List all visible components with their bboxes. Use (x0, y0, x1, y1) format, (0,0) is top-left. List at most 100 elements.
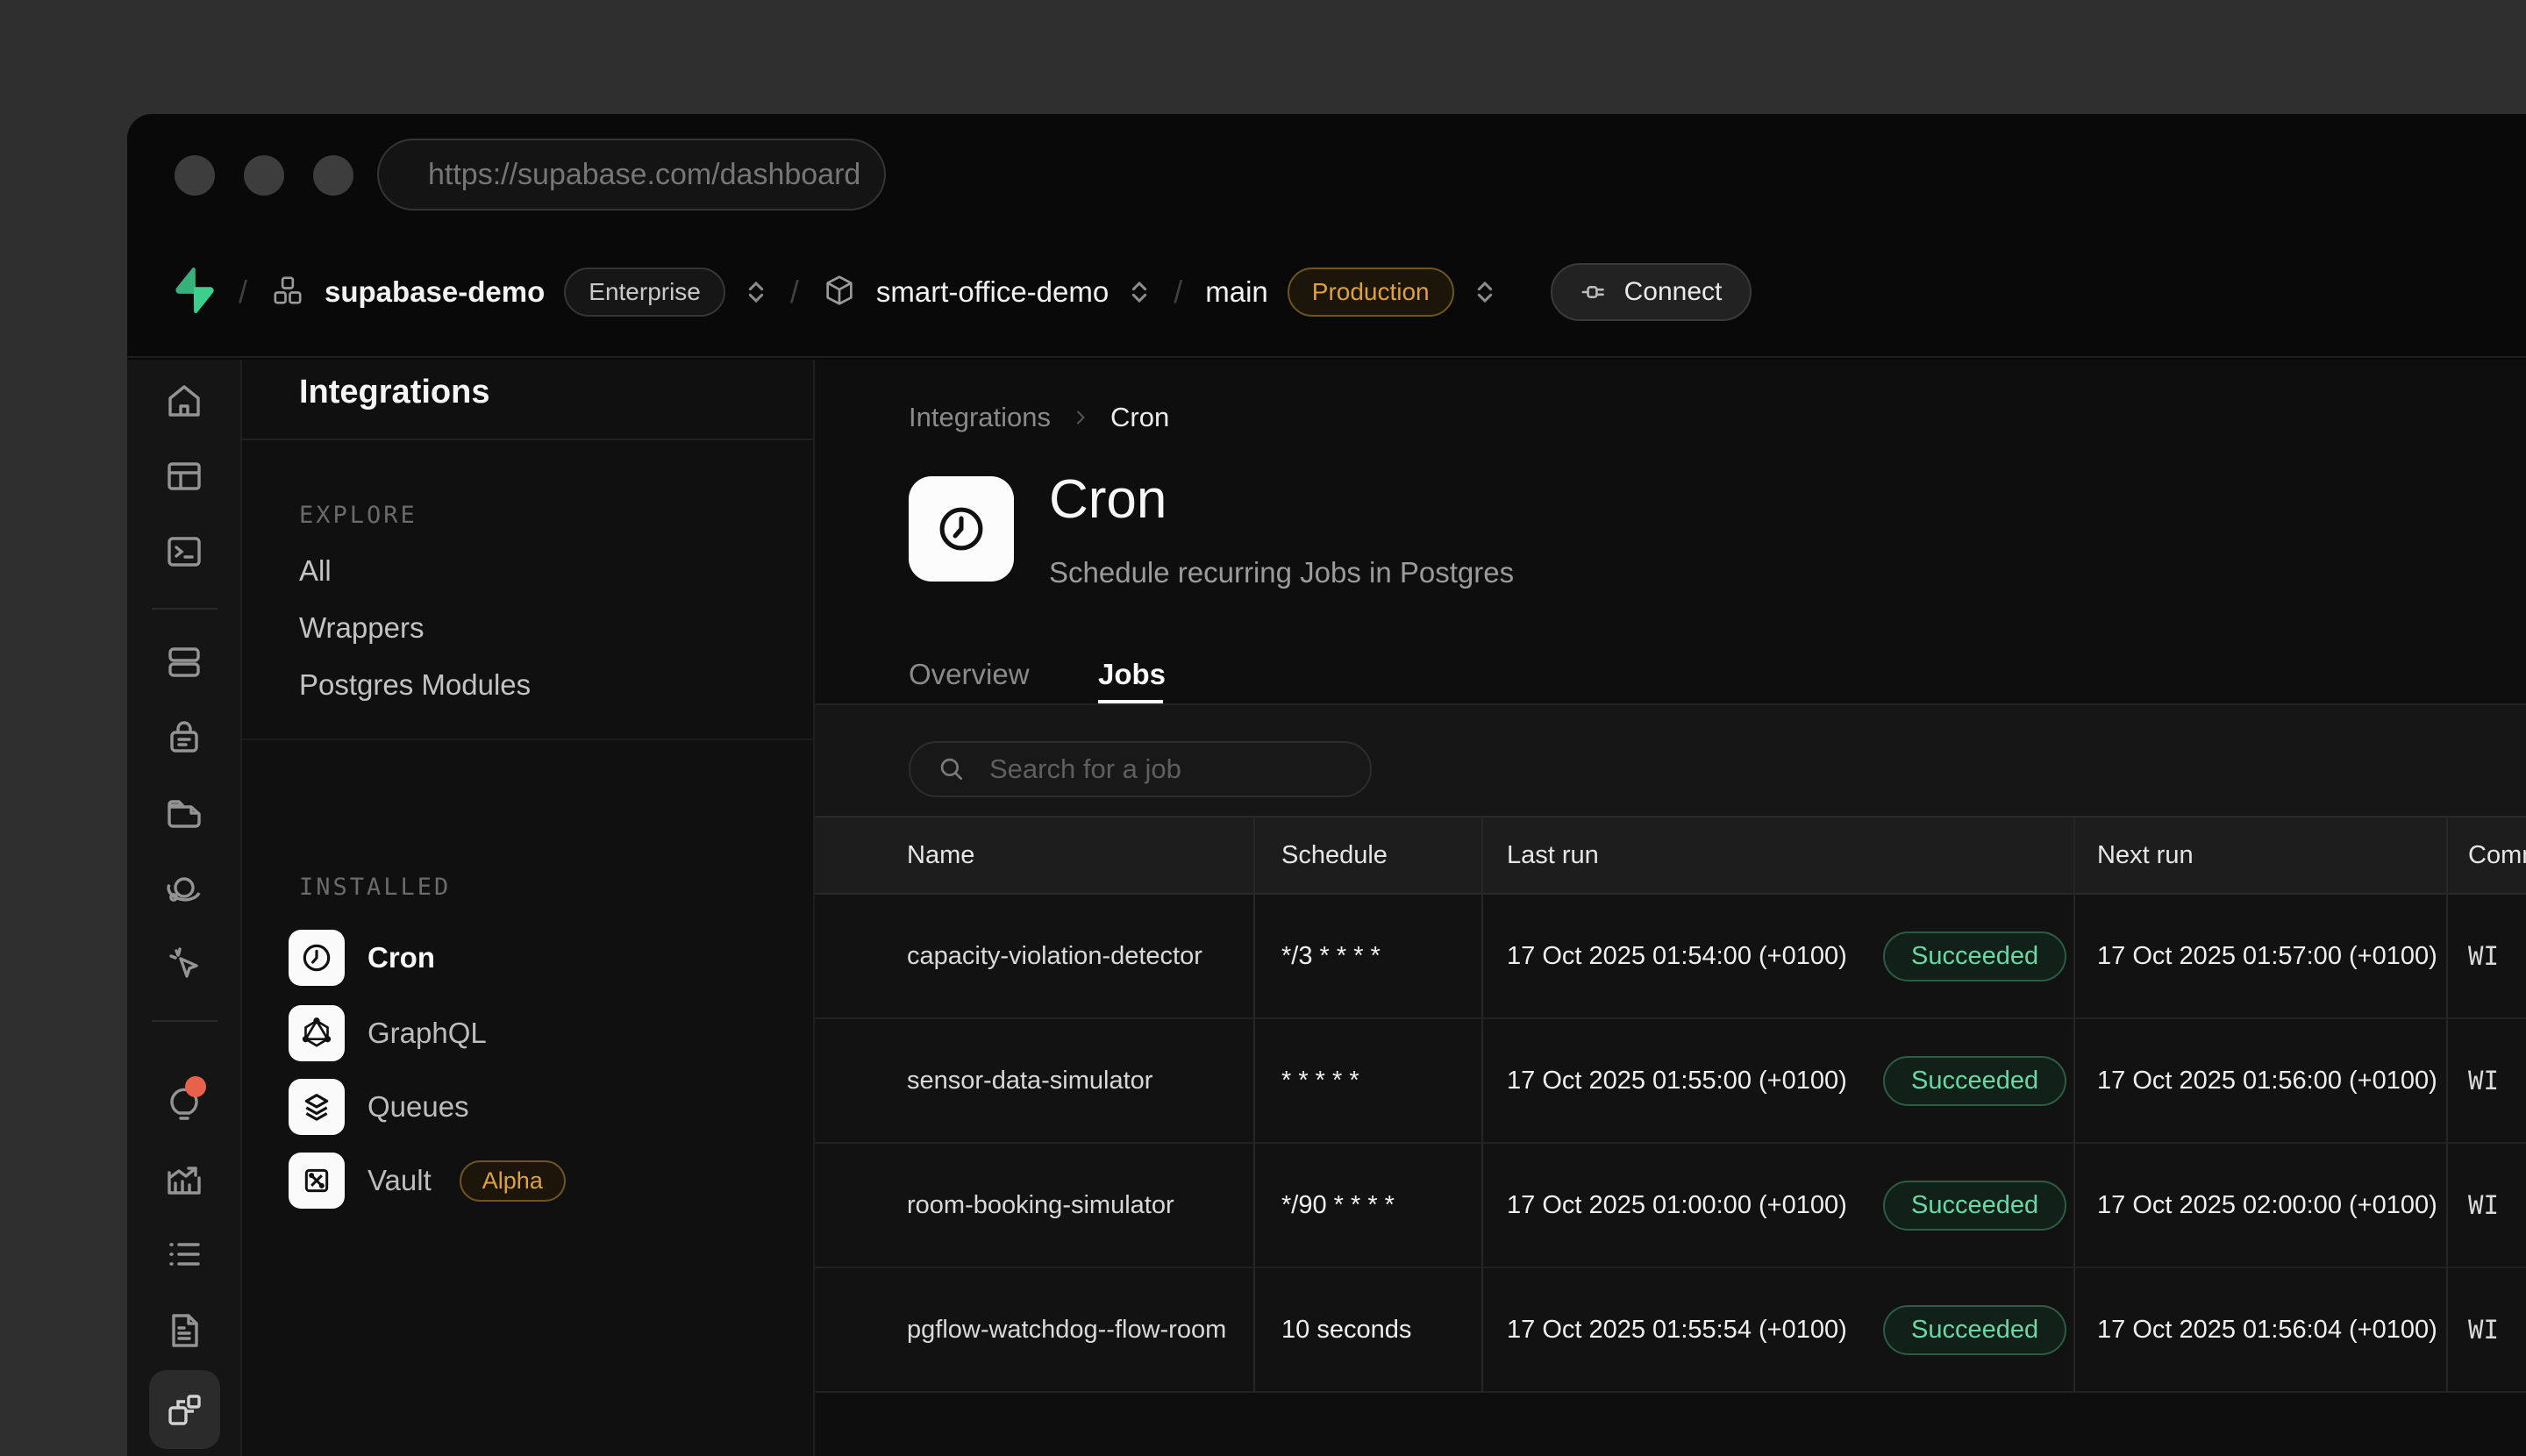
api-docs-icon[interactable] (163, 1310, 205, 1352)
address-bar[interactable]: https://supabase.com/dashboard (377, 139, 886, 211)
breadcrumb-separator: / (787, 274, 803, 310)
column-header-command[interactable]: Command (2468, 817, 2526, 893)
column-divider (1253, 816, 1255, 1393)
panel-title: Integrations (299, 374, 489, 411)
table-editor-icon[interactable] (163, 455, 205, 497)
logs-icon[interactable] (163, 1233, 205, 1275)
integrations-panel: Integrations EXPLORE All Wrappers Postgr… (242, 360, 815, 1456)
home-icon[interactable] (163, 380, 205, 422)
installed-item-vault[interactable]: Vault Alpha (289, 1153, 566, 1209)
connect-label: Connect (1624, 277, 1723, 307)
rail-divider (152, 608, 218, 610)
installed-item-graphql[interactable]: GraphQL (289, 1005, 487, 1061)
branch-switcher-icon[interactable] (1474, 279, 1496, 305)
window-control-dot[interactable] (244, 155, 284, 196)
authentication-icon[interactable] (163, 717, 205, 759)
job-last-run: 17 Oct 2025 01:54:00 (+0100) (1507, 895, 1847, 1017)
realtime-icon[interactable] (163, 943, 205, 985)
column-header-schedule[interactable]: Schedule (1281, 817, 1388, 893)
sql-editor-icon[interactable] (163, 531, 205, 573)
column-header-name[interactable]: Name (907, 817, 974, 893)
job-name: room-booking-simulator (907, 1144, 1249, 1267)
storage-icon[interactable] (163, 792, 205, 834)
column-divider (1481, 816, 1483, 1393)
job-last-run: 17 Oct 2025 01:55:00 (+0100) (1507, 1019, 1847, 1142)
org-plan-badge: Enterprise (564, 268, 725, 317)
supabase-logo-icon[interactable] (174, 267, 216, 318)
status-badge: Succeeded (1883, 1305, 2066, 1355)
layers-icon (289, 1079, 345, 1135)
window-control-dot[interactable] (313, 155, 353, 196)
job-command: WI (2468, 1019, 2499, 1142)
installed-item-cron[interactable]: Cron (289, 930, 435, 986)
column-divider (2446, 816, 2448, 1393)
graphql-icon (289, 1005, 345, 1061)
integrations-icon (163, 1388, 205, 1431)
explore-section-label: EXPLORE (299, 502, 417, 529)
integrations-rail-highlight[interactable] (149, 1370, 220, 1449)
job-name: capacity-violation-detector (907, 895, 1249, 1017)
breadcrumb-separator: / (1170, 274, 1186, 310)
advisors-notification-dot (185, 1076, 206, 1097)
breadcrumb: Integrations Cron (909, 402, 1169, 433)
search-icon (937, 754, 967, 784)
vault-alpha-badge: Alpha (460, 1160, 566, 1202)
branch-env-badge: Production (1288, 268, 1454, 317)
organization-icon (270, 273, 305, 312)
job-last-run: 17 Oct 2025 01:55:54 (+0100) (1507, 1268, 1847, 1391)
clock-icon (933, 501, 989, 557)
job-schedule: * * * * * (1281, 1019, 1359, 1142)
window-control-dot[interactable] (175, 155, 215, 196)
status-badge: Succeeded (1883, 1056, 2066, 1106)
explore-item-wrappers[interactable]: Wrappers (299, 611, 424, 645)
app-header: / supabase-demo Enterprise / smart-offic… (127, 228, 2526, 358)
job-next-run: 17 Oct 2025 01:57:00 (+0100) (2097, 895, 2437, 1017)
job-next-run: 17 Oct 2025 01:56:00 (+0100) (2097, 1019, 2437, 1142)
clock-icon (289, 930, 345, 986)
table-row[interactable]: room-booking-simulator */90 * * * * 17 O… (815, 1144, 2526, 1268)
column-header-last-run[interactable]: Last run (1507, 817, 1599, 893)
org-switcher-icon[interactable] (745, 279, 767, 305)
status-badge: Succeeded (1883, 931, 2066, 981)
branch-name[interactable]: main (1205, 275, 1268, 309)
column-divider (2073, 816, 2075, 1393)
job-next-run: 17 Oct 2025 02:00:00 (+0100) (2097, 1144, 2437, 1267)
breadcrumb-integrations[interactable]: Integrations (909, 402, 1051, 433)
explore-item-all[interactable]: All (299, 554, 332, 588)
browser-window: https://supabase.com/dashboard / supabas… (127, 114, 2526, 1456)
rail-divider (152, 1020, 218, 1022)
main-content: Integrations Cron Cron Schedule recurrin… (815, 360, 2526, 1456)
explore-item-postgres-modules[interactable]: Postgres Modules (299, 668, 531, 702)
job-name: sensor-data-simulator (907, 1019, 1249, 1142)
tab-overview[interactable]: Overview (909, 658, 1030, 691)
job-command: WI (2468, 1268, 2499, 1391)
breadcrumb-separator: / (235, 274, 251, 310)
tab-jobs[interactable]: Jobs (1098, 658, 1166, 691)
reports-icon[interactable] (163, 1159, 205, 1201)
search-input[interactable] (989, 753, 1323, 785)
installed-item-queues[interactable]: Queues (289, 1079, 469, 1135)
table-header: Name Schedule Last run Next run Command (815, 816, 2526, 895)
page-title: Cron (1049, 468, 1167, 531)
nav-rail (127, 360, 242, 1456)
project-icon (822, 273, 857, 312)
status-badge: Succeeded (1883, 1181, 2066, 1231)
job-search[interactable] (909, 741, 1372, 797)
chevron-right-icon (1070, 407, 1091, 428)
column-header-next-run[interactable]: Next run (2097, 817, 2194, 893)
database-icon[interactable] (163, 641, 205, 683)
connect-button[interactable]: Connect (1551, 263, 1752, 321)
table-row[interactable]: pgflow-watchdog--flow-room 10 seconds 17… (815, 1268, 2526, 1393)
installed-section-label: INSTALLED (299, 874, 451, 901)
project-name[interactable]: smart-office-demo (876, 275, 1109, 309)
edge-functions-icon[interactable] (163, 867, 205, 910)
job-schedule: 10 seconds (1281, 1268, 1411, 1391)
table-row[interactable]: capacity-violation-detector */3 * * * * … (815, 895, 2526, 1019)
job-name: pgflow-watchdog--flow-room (907, 1268, 1249, 1391)
job-schedule: */3 * * * * (1281, 895, 1381, 1017)
job-command: WI (2468, 895, 2499, 1017)
org-name[interactable]: supabase-demo (325, 275, 545, 309)
table-row[interactable]: sensor-data-simulator * * * * * 17 Oct 2… (815, 1019, 2526, 1144)
project-switcher-icon[interactable] (1128, 279, 1151, 305)
job-next-run: 17 Oct 2025 01:56:04 (+0100) (2097, 1268, 2437, 1391)
